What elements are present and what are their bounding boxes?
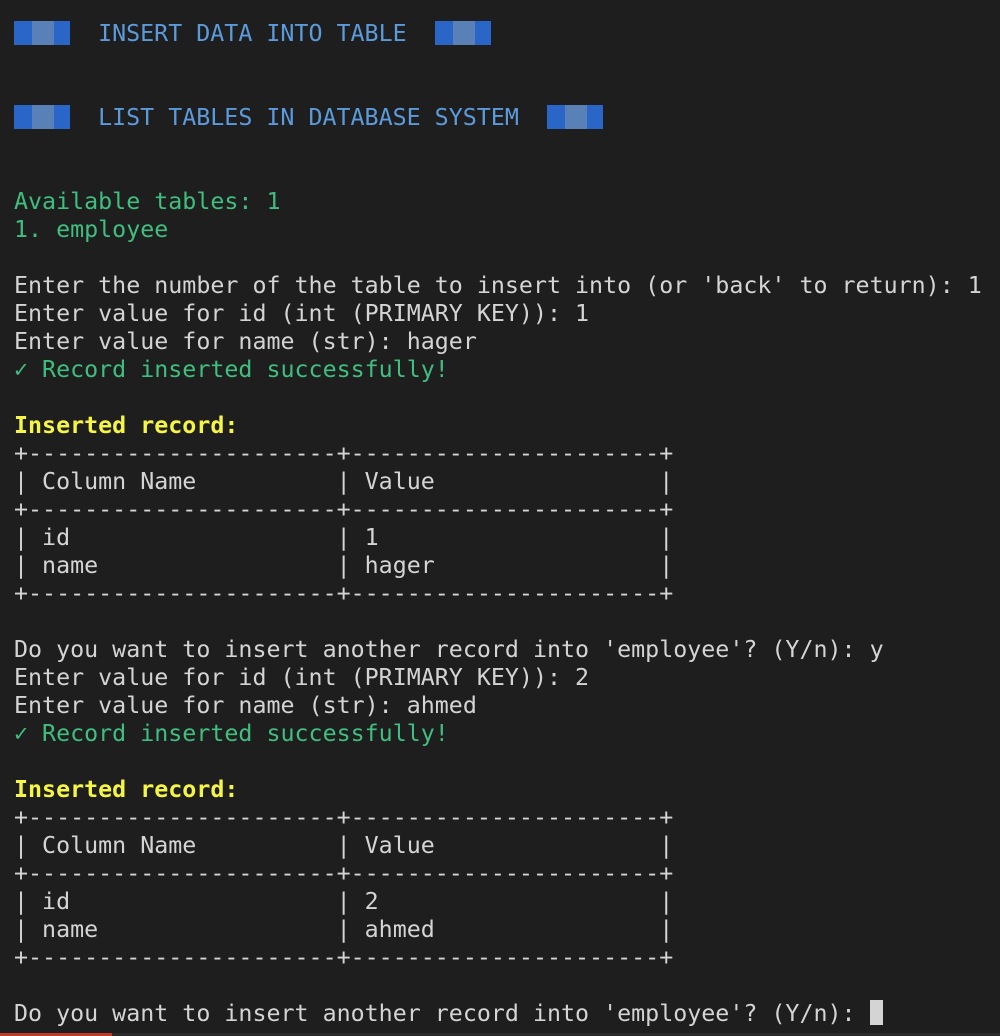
list-header: LIST TABLES IN DATABASE SYSTEM — [14, 104, 603, 132]
table-border: +----------------------+----------------… — [14, 860, 674, 887]
insert-header-title: INSERT DATA INTO TABLE — [98, 20, 407, 47]
prompt-insert-again: Do you want to insert another record int… — [14, 636, 884, 663]
header-block-icon — [14, 20, 70, 45]
prompt-id: Enter value for id (int (PRIMARY KEY)): … — [14, 664, 590, 691]
table-row: | id | 1 | — [14, 524, 674, 551]
table-border: +----------------------+----------------… — [14, 580, 674, 607]
terminal-window[interactable]: INSERT DATA INTO TABLE LIST TABLES IN DA… — [0, 0, 1000, 1036]
table-border: +----------------------+----------------… — [14, 496, 674, 523]
prompt-name: Enter value for name (str): ahmed — [14, 692, 477, 719]
inserted-record-label: Inserted record: — [14, 412, 239, 439]
prompt-id: Enter value for id (int (PRIMARY KEY)): … — [14, 300, 590, 327]
available-tables: Available tables: 1 — [14, 188, 281, 215]
active-prompt-line[interactable]: Do you want to insert another record int… — [14, 1000, 883, 1028]
table-row: | name | ahmed | — [14, 916, 674, 943]
success-message: ✓ Record inserted successfully! — [14, 356, 449, 383]
header-block-icon — [546, 104, 603, 129]
success-message: ✓ Record inserted successfully! — [14, 720, 449, 747]
terminal-cursor[interactable] — [869, 1000, 883, 1025]
prompt-insert-again: Do you want to insert another record int… — [14, 1000, 870, 1027]
table-header-row: | Column Name | Value | — [14, 832, 674, 859]
insert-header: INSERT DATA INTO TABLE — [14, 20, 491, 48]
header-block-icon — [434, 20, 491, 45]
header-block-icon — [14, 104, 70, 129]
prompt-name: Enter value for name (str): hager — [14, 328, 477, 355]
list-header-title: LIST TABLES IN DATABASE SYSTEM — [98, 104, 519, 131]
table-row: | name | hager | — [14, 552, 674, 579]
table-header-row: | Column Name | Value | — [14, 468, 674, 495]
inserted-record-label: Inserted record: — [14, 776, 239, 803]
prompt-table-number: Enter the number of the table to insert … — [14, 272, 982, 299]
table-border: +----------------------+----------------… — [14, 440, 674, 467]
table-list-item: 1. employee — [14, 216, 169, 243]
table-row: | id | 2 | — [14, 888, 674, 915]
table-border: +----------------------+----------------… — [14, 804, 674, 831]
table-border: +----------------------+----------------… — [14, 944, 674, 971]
